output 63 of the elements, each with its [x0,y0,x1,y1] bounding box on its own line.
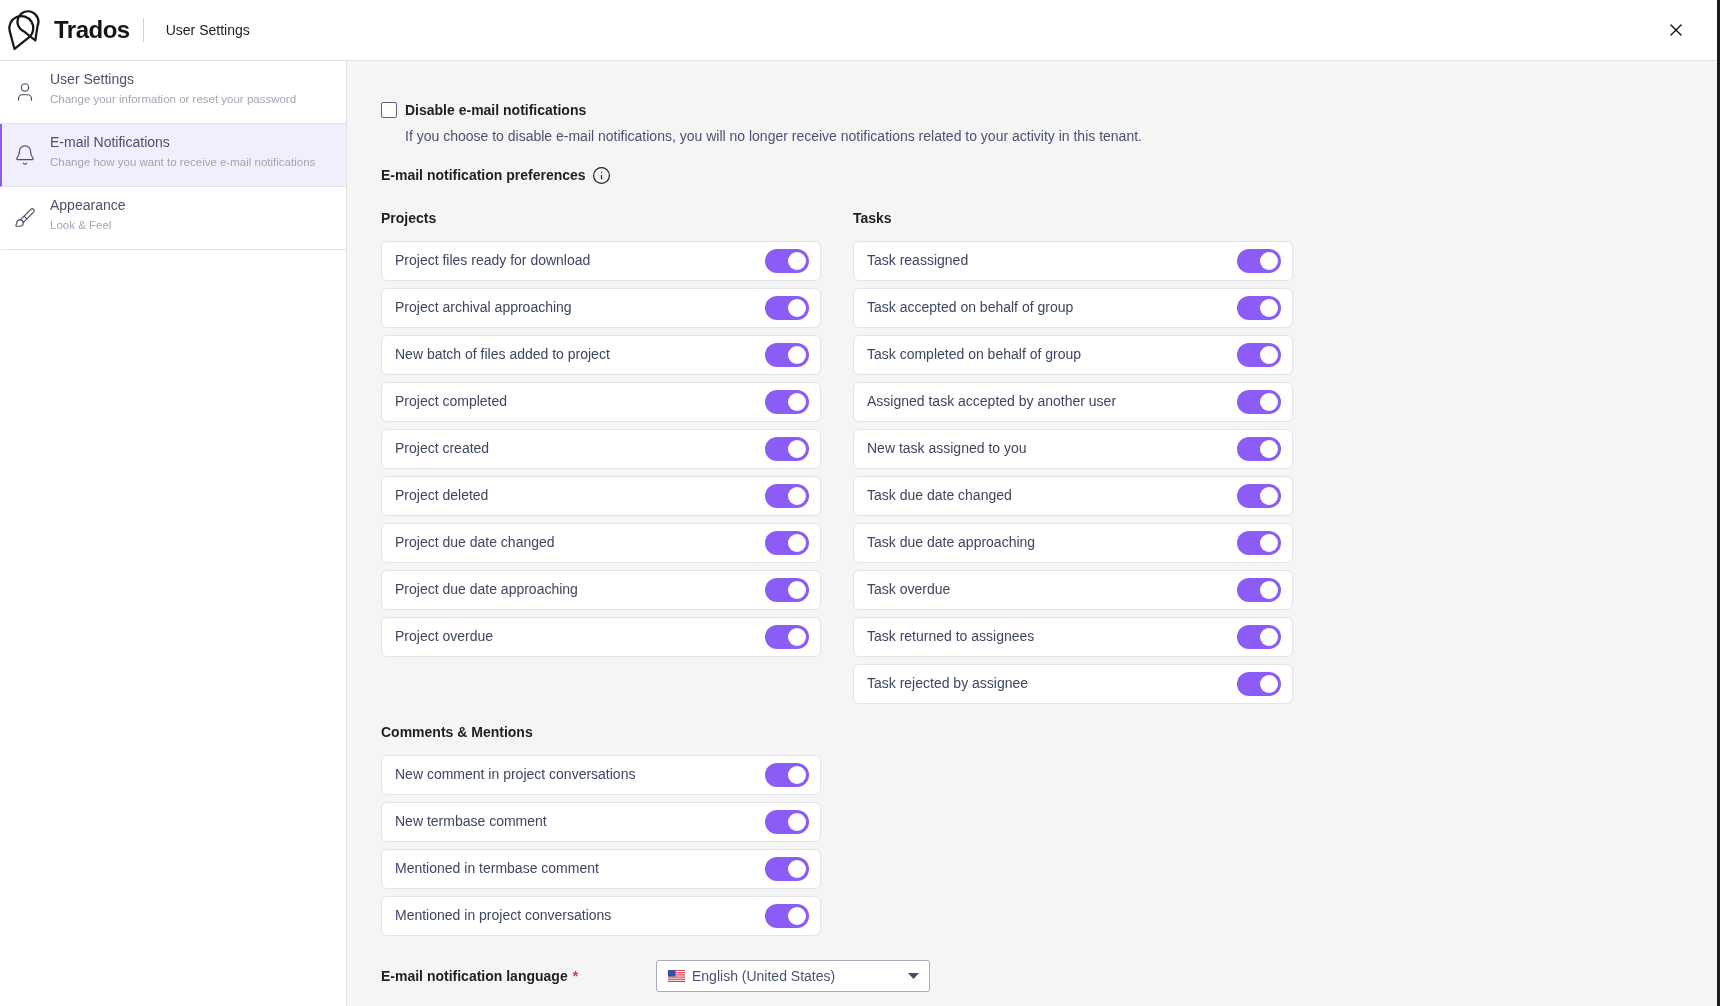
toggle-switch[interactable] [765,578,809,602]
preference-label: Project files ready for download [395,251,591,268]
toggle-switch[interactable] [1237,531,1281,555]
preference-label: New task assigned to you [867,439,1027,456]
info-icon[interactable] [591,165,611,185]
toggle-switch[interactable] [1237,672,1281,696]
preference-label: Project completed [395,392,508,409]
preference-label: Task completed on behalf of group [867,345,1082,362]
brush-icon [14,207,36,229]
group-heading: Tasks [853,209,893,228]
sidebar-item[interactable]: E-mail Notifications Change how you want to receive e-mail notifications [0,124,346,187]
section-heading: E-mail notification preferences [381,166,586,185]
toggle-switch[interactable] [765,857,809,881]
preference-label: Assigned task accepted by another user [867,392,1117,409]
preference-label: Project archival approaching [395,298,572,315]
field-label: E-mail notification language * [381,968,580,984]
language-dropdown[interactable]: English (United States) [656,960,930,992]
preference-label: New comment in project conversations [395,765,636,782]
preference-label: New termbase comment [395,812,547,829]
preference-label: Task overdue [867,580,951,597]
preference-label: Task returned to assignees [867,627,1035,644]
preference-label: Task rejected by assignee [867,674,1029,691]
toggle-switch[interactable] [765,296,809,320]
bell-icon [14,144,36,166]
preference-label: New batch of files added to project [395,345,610,362]
flag-icon [668,970,685,982]
toggle-switch[interactable] [765,484,809,508]
toggle-switch[interactable] [765,343,809,367]
toggle-switch[interactable] [765,625,809,649]
toggle-switch[interactable] [1237,296,1281,320]
preference-label: Project overdue [395,627,494,644]
checkbox-label: Disable e-mail notifications [405,102,587,118]
description-text: If you choose to disable e-mail notifications, you will no longer receive notifications related to your activity in this tenant. [405,127,1143,146]
preference-label: Project deleted [395,486,489,503]
toggle-switch[interactable] [1237,484,1281,508]
toggle-switch[interactable] [1237,437,1281,461]
preference-label: Mentioned in termbase comment [395,859,599,876]
toggle-switch[interactable] [1237,343,1281,367]
checkbox[interactable] [381,102,397,118]
preference-label: Mentioned in project conversations [395,906,612,923]
group-heading: Projects [381,209,438,228]
preference-label: Task reassigned [867,251,969,268]
toggle-switch[interactable] [765,390,809,414]
toggle-switch[interactable] [765,763,809,787]
toggle-switch[interactable] [765,904,809,928]
toggle-switch[interactable] [1237,625,1281,649]
group-heading: Comments & Mentions [381,723,534,742]
preference-label: Project created [395,439,490,456]
toggle-switch[interactable] [765,810,809,834]
preference-label: Task accepted on behalf of group [867,298,1074,315]
toggle-switch[interactable] [1237,249,1281,273]
page-title: User Settings [165,22,250,38]
preference-label: Project due date changed [395,533,555,550]
preference-label: Project due date approaching [395,580,578,597]
toggle-switch[interactable] [1237,390,1281,414]
caret-icon [908,973,919,979]
preference-label: Task due date changed [867,486,1012,503]
toggle-switch[interactable] [765,249,809,273]
toggle-switch[interactable] [765,437,809,461]
preference-label: Task due date approaching [867,533,1036,550]
toggle-switch[interactable] [1237,578,1281,602]
logo-text: Trados [54,16,130,44]
toggle-switch[interactable] [765,531,809,555]
